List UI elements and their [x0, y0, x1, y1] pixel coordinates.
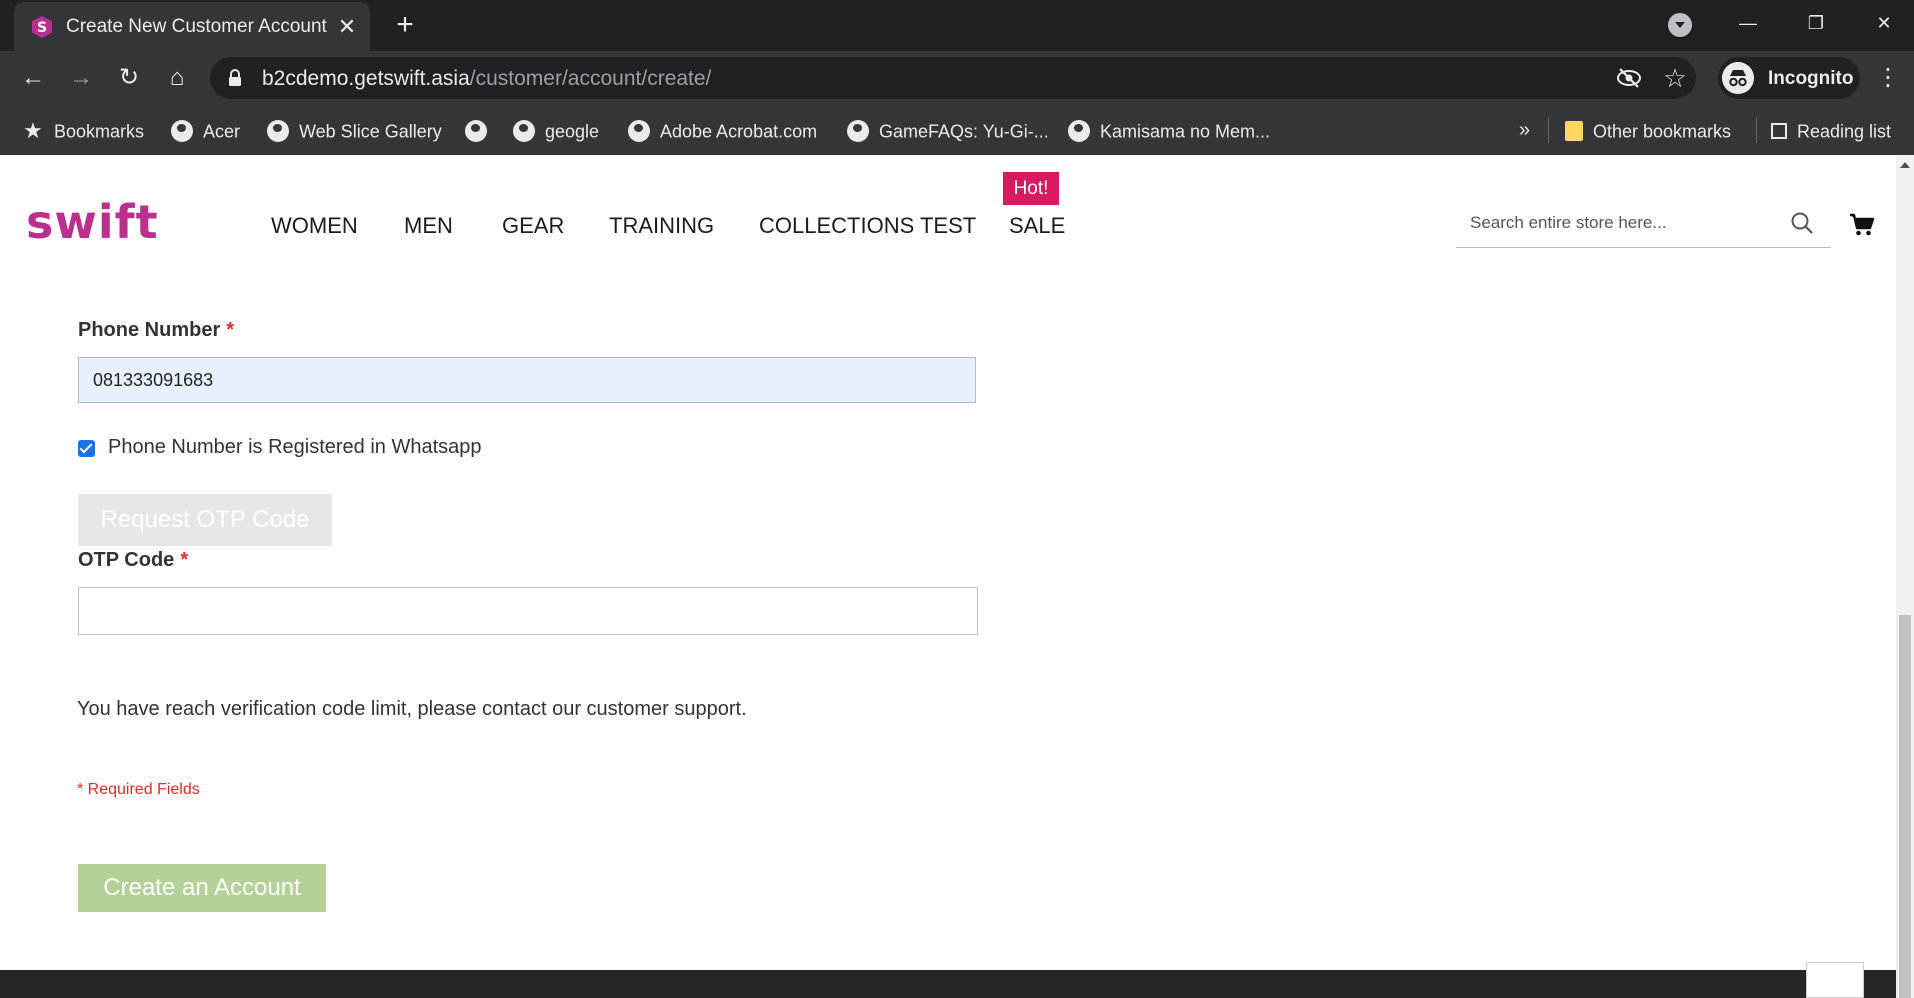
- incognito-profile-button[interactable]: Incognito: [1718, 57, 1860, 99]
- bookmarks-overflow-button[interactable]: »: [1519, 115, 1530, 145]
- nav-collections-test[interactable]: COLLECTIONS TEST: [759, 213, 976, 239]
- globe-icon: [465, 120, 487, 143]
- reload-icon[interactable]: ↻: [114, 63, 144, 93]
- required-asterisk: *: [180, 549, 189, 571]
- footer-widget[interactable]: [1806, 962, 1864, 998]
- bookmark-item-kamisama[interactable]: Kamisama no Mem...: [1068, 115, 1270, 145]
- globe-icon: [171, 120, 193, 143]
- folder-icon: [1565, 121, 1583, 142]
- phone-number-label: Phone Number *: [78, 319, 235, 341]
- restore-icon[interactable]: ❐: [1796, 8, 1836, 38]
- incognito-icon: [1722, 62, 1754, 94]
- tab-strip: S Create New Customer Account ✕ + — ❐ ✕: [0, 0, 1914, 51]
- forward-icon[interactable]: →: [66, 63, 96, 93]
- account-create-form: Phone Number * 081333091683 Phone Number …: [0, 293, 1896, 970]
- bookmark-item-gamefaqs[interactable]: GameFAQs: Yu-Gi-...: [847, 115, 1049, 145]
- bookmarks-divider: [1548, 117, 1549, 143]
- url-host: b2cdemo.getswift.asia: [262, 67, 470, 90]
- phone-number-input[interactable]: 081333091683: [78, 357, 976, 403]
- bookmark-item-adobe-acrobat[interactable]: Adobe Acrobat.com: [628, 115, 817, 145]
- browser-menu-icon[interactable]: ⋮: [1876, 65, 1900, 91]
- bookmarks-divider: [1756, 117, 1757, 143]
- nav-men[interactable]: MEN: [404, 213, 453, 239]
- tab-title: Create New Customer Account: [66, 16, 327, 37]
- bookmarks-bar: ★ Bookmarks Acer Web Slice Gallery geogle…: [0, 105, 1914, 155]
- globe-icon: [513, 120, 535, 143]
- tab-search-icon[interactable]: [1668, 13, 1692, 37]
- create-account-button[interactable]: Create an Account: [78, 864, 326, 912]
- required-asterisk: *: [226, 319, 235, 341]
- home-icon[interactable]: ⌂: [162, 63, 192, 93]
- request-otp-button[interactable]: Request OTP Code: [78, 494, 332, 546]
- otp-code-label: OTP Code *: [78, 549, 189, 571]
- search-input[interactable]: [1456, 201, 1792, 245]
- whatsapp-checkbox-label[interactable]: Phone Number is Registered in Whatsapp: [108, 436, 482, 459]
- site-favicon-icon: S: [32, 16, 52, 38]
- third-party-cookies-blocked-icon[interactable]: [1616, 66, 1642, 90]
- hot-badge: Hot!: [1003, 172, 1059, 205]
- otp-code-input[interactable]: [78, 587, 978, 635]
- bookmark-item-web-slice-gallery[interactable]: Web Slice Gallery: [267, 115, 442, 145]
- search-icon[interactable]: [1790, 211, 1814, 235]
- url-path: /customer/account/create/: [469, 67, 712, 90]
- reading-list-icon: [1771, 123, 1787, 140]
- bookmark-item-geogle[interactable]: geogle: [513, 115, 599, 145]
- verification-limit-message: You have reach verification code limit, …: [77, 698, 747, 720]
- new-tab-icon[interactable]: +: [389, 10, 421, 40]
- nav-training[interactable]: TRAINING: [609, 213, 714, 239]
- browser-chrome: S Create New Customer Account ✕ + — ❐ ✕ …: [0, 0, 1914, 155]
- nav-gear[interactable]: GEAR: [502, 213, 564, 239]
- tab-close-icon[interactable]: ✕: [334, 14, 360, 40]
- svg-text:S: S: [37, 20, 47, 36]
- browser-toolbar: ← → ↻ ⌂ b2cdemo.getswift.asia/customer/a…: [0, 51, 1914, 105]
- star-icon: ★: [23, 118, 43, 144]
- other-bookmarks-folder[interactable]: Other bookmarks: [1565, 115, 1731, 145]
- cart-icon[interactable]: [1849, 213, 1875, 237]
- bookmark-star-icon[interactable]: ☆: [1662, 63, 1688, 93]
- globe-icon: [847, 120, 869, 143]
- site-logo[interactable]: swift: [26, 195, 159, 249]
- reading-list-button[interactable]: Reading list: [1771, 115, 1891, 145]
- whatsapp-checkbox[interactable]: [78, 440, 95, 457]
- globe-icon: [1068, 120, 1090, 143]
- scroll-up-arrow-icon[interactable]: [1900, 162, 1910, 168]
- globe-icon: [267, 120, 289, 143]
- site-header: swift WOMEN MEN GEAR TRAINING COLLECTION…: [0, 155, 1896, 293]
- required-fields-note: * Required Fields: [77, 781, 200, 798]
- site-footer: [0, 970, 1896, 998]
- profile-label: Incognito: [1768, 68, 1854, 89]
- minimize-icon[interactable]: —: [1728, 8, 1768, 38]
- scrollbar-thumb[interactable]: [1899, 615, 1911, 998]
- nav-sale[interactable]: SALE: [1009, 213, 1065, 239]
- window-close-icon[interactable]: ✕: [1864, 8, 1904, 38]
- browser-tab[interactable]: S Create New Customer Account ✕: [14, 2, 370, 51]
- back-icon[interactable]: ←: [18, 63, 48, 93]
- store-search: [1456, 201, 1831, 248]
- bookmark-item-bookmarks[interactable]: ★ Bookmarks: [22, 115, 144, 145]
- bookmark-item-acer[interactable]: Acer: [171, 115, 240, 145]
- nav-women[interactable]: WOMEN: [271, 213, 358, 239]
- globe-icon: [628, 120, 650, 143]
- url-text: b2cdemo.getswift.asia/customer/account/c…: [262, 67, 711, 91]
- lock-icon: [229, 69, 241, 86]
- bookmark-item-untitled[interactable]: [465, 115, 497, 145]
- address-bar[interactable]: b2cdemo.getswift.asia/customer/account/c…: [210, 57, 1696, 99]
